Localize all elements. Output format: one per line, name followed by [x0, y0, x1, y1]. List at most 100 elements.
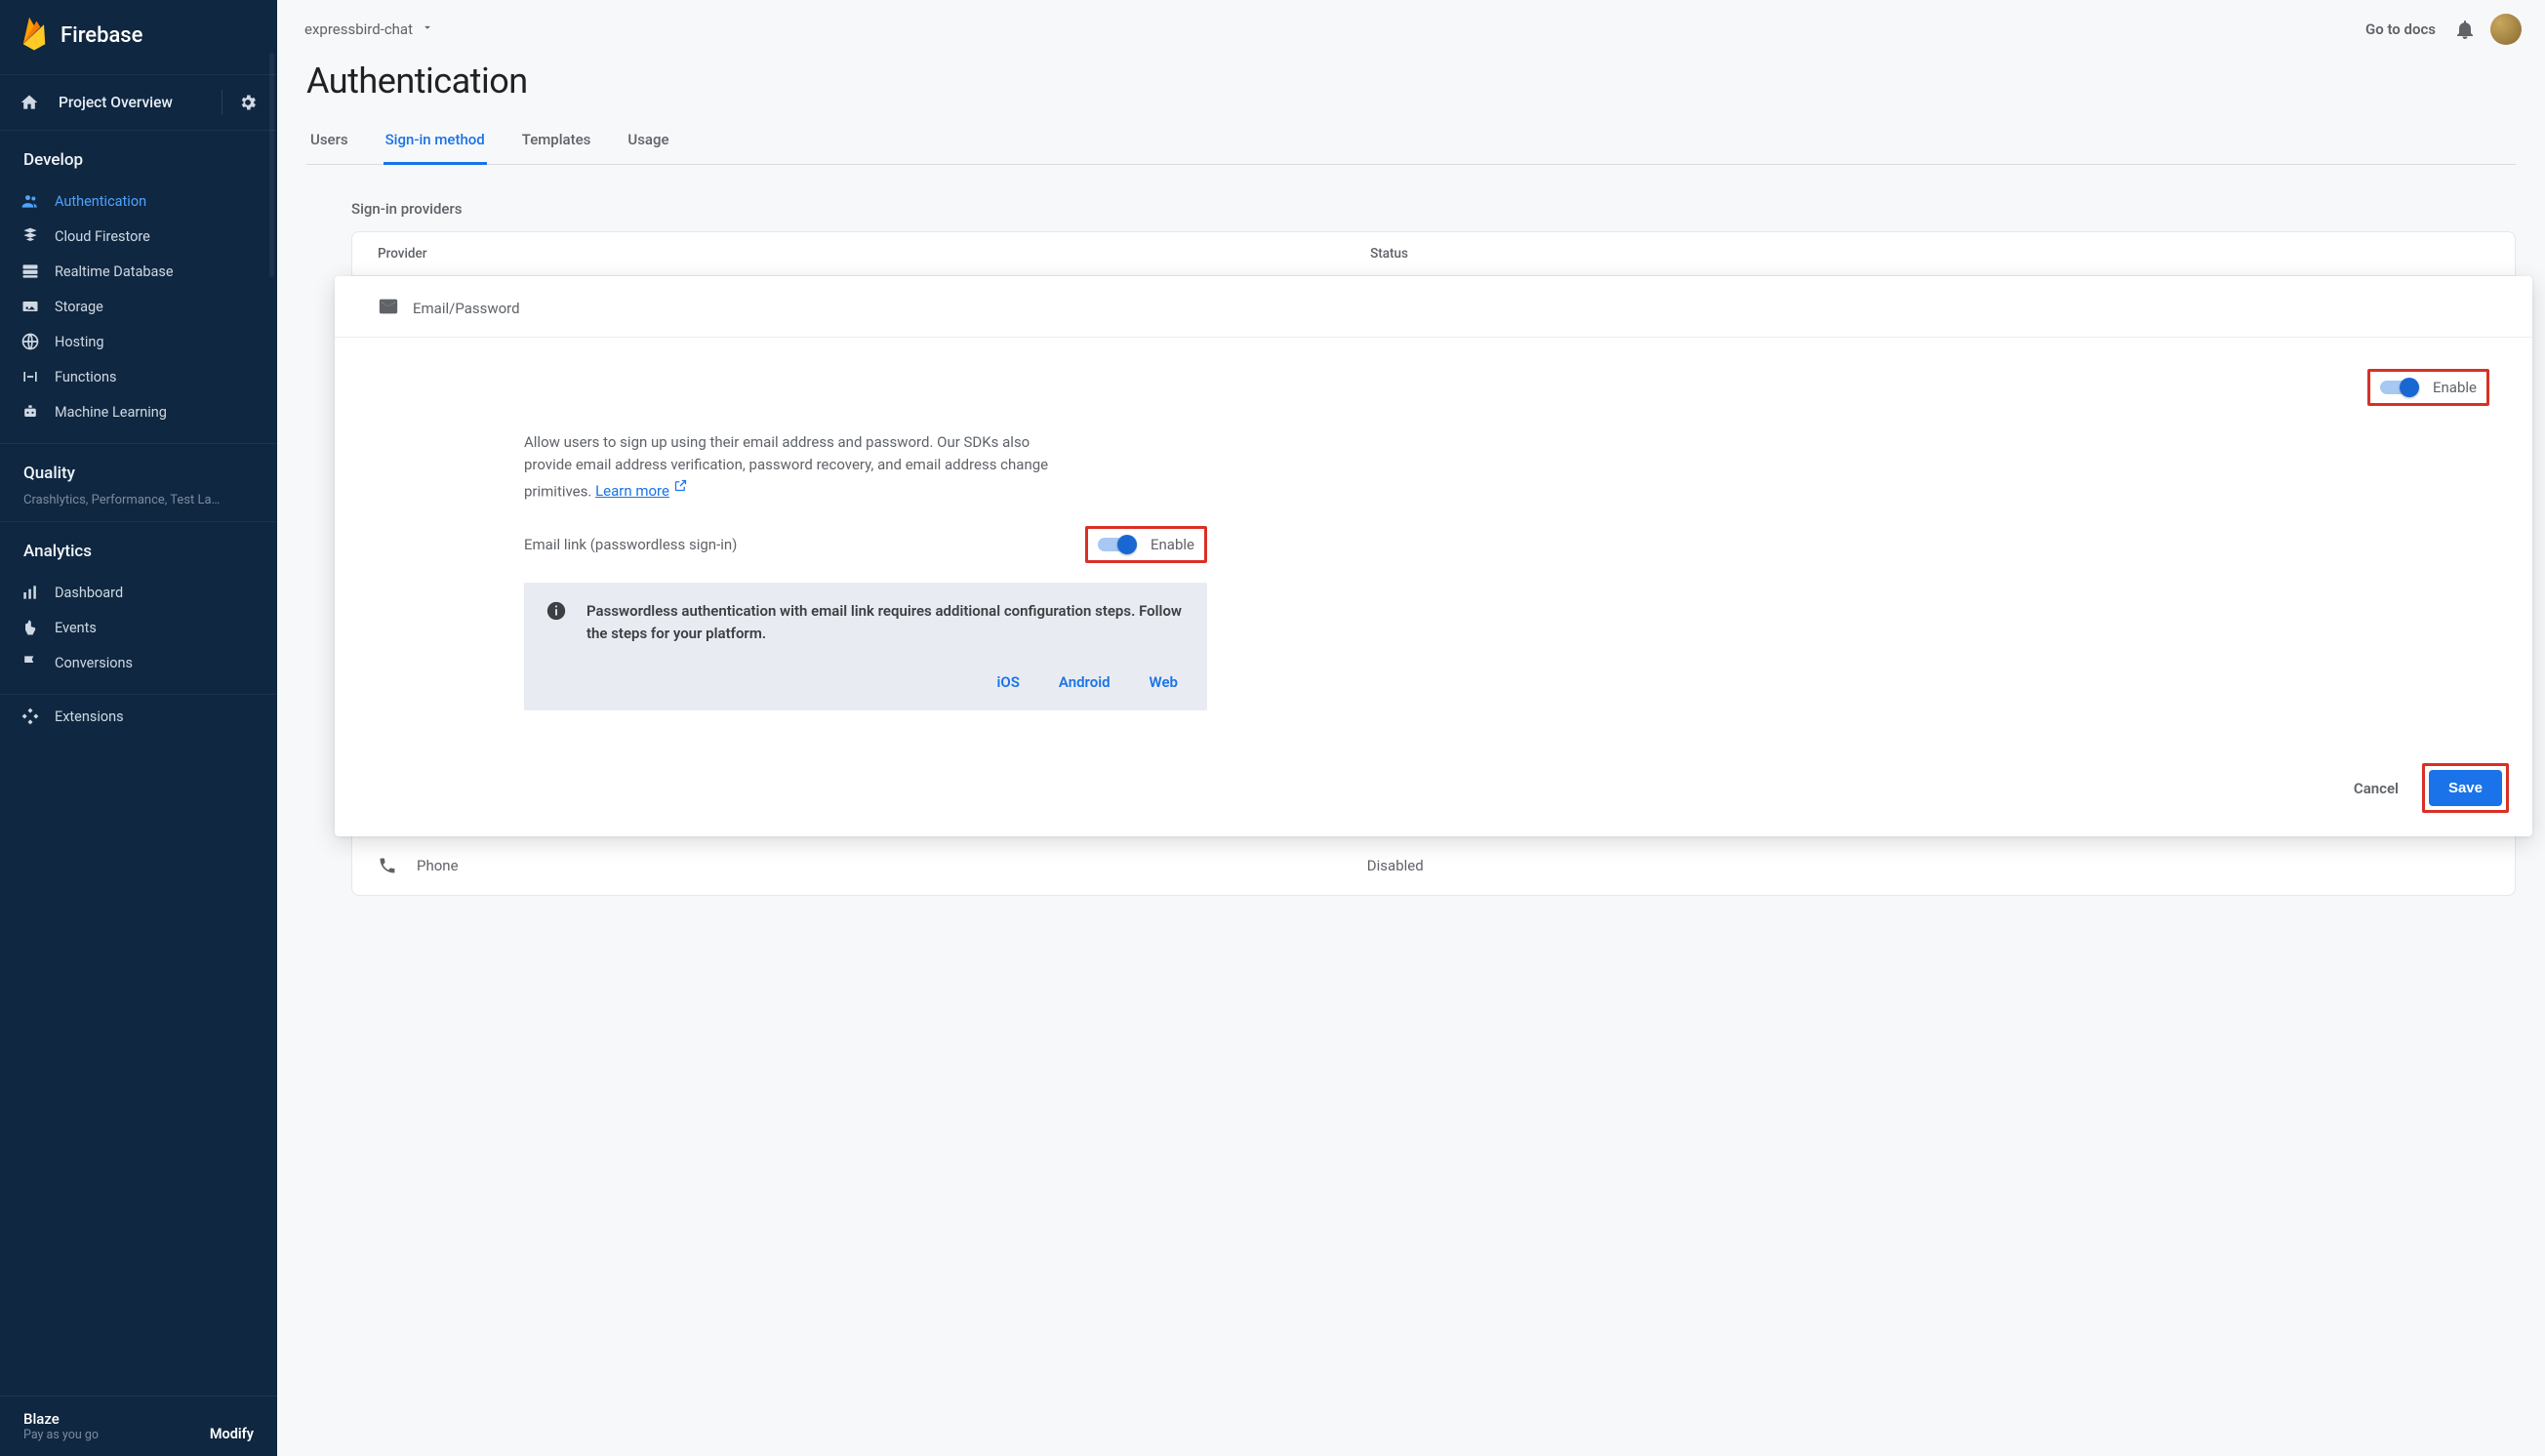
email-link-label: Email link (passwordless sign-in) [524, 536, 1085, 553]
database-icon [20, 262, 41, 281]
content: Sign-in providers Provider Status Email/… [277, 165, 2545, 935]
storage-icon [20, 297, 41, 316]
save-button[interactable]: Save [2429, 770, 2502, 806]
external-link-icon [673, 477, 688, 500]
header-status: Status [1370, 246, 2489, 262]
settings-gear-button[interactable] [230, 85, 265, 120]
highlight-save: Save [2422, 763, 2509, 813]
nav-label: Cloud Firestore [55, 228, 150, 245]
extensions-icon [20, 707, 41, 726]
touch-icon [20, 618, 41, 637]
home-icon [20, 93, 47, 112]
provider-name: Email/Password [413, 300, 520, 317]
cancel-button[interactable]: Cancel [2344, 772, 2408, 805]
plan-sub: Pay as you go [23, 1428, 99, 1442]
plan-modify-button[interactable]: Modify [210, 1426, 254, 1442]
user-avatar[interactable] [2490, 14, 2522, 45]
highlight-enable-1: Enable [2367, 369, 2489, 406]
platform-android-link[interactable]: Android [1059, 673, 1111, 691]
flag-icon [20, 653, 41, 672]
nav-realtime-database[interactable]: Realtime Database [0, 254, 277, 289]
provider-email-password-panel: Email/Password Enable All [335, 276, 2532, 836]
platform-ios-link[interactable]: iOS [996, 673, 1019, 691]
header-provider: Provider [378, 246, 1370, 262]
tab-sign-in-method[interactable]: Sign-in method [384, 119, 487, 165]
enable-email-link-toggle[interactable] [1098, 535, 1137, 554]
mail-icon [378, 296, 399, 321]
brand-name: Firebase [61, 23, 142, 48]
nav-extensions[interactable]: Extensions [0, 699, 277, 734]
page-title: Authentication [306, 61, 2516, 101]
phone-icon [378, 856, 405, 875]
sidebar: Firebase Project Overview Develop Authen… [0, 0, 277, 1456]
develop-nav: Authentication Cloud Firestore Realtime … [0, 180, 277, 443]
main-area: expressbird-chat Go to docs Authenticati… [277, 0, 2545, 1456]
tab-usage[interactable]: Usage [626, 119, 670, 165]
nav-events[interactable]: Events [0, 610, 277, 645]
email-link-row: Email link (passwordless sign-in) Enable [524, 526, 1207, 563]
provider-description: Allow users to sign up using their email… [378, 431, 1061, 503]
info-text: Passwordless authentication with email l… [586, 600, 1186, 644]
analytics-nav: Dashboard Events Conversions [0, 571, 277, 694]
section-analytics-title[interactable]: Analytics [0, 522, 277, 571]
info-icon [545, 600, 569, 626]
functions-icon [20, 367, 41, 386]
tab-templates[interactable]: Templates [520, 119, 593, 165]
section-develop-title[interactable]: Develop [0, 131, 277, 180]
project-picker[interactable]: expressbird-chat [304, 20, 434, 38]
topbar: expressbird-chat Go to docs [277, 0, 2545, 53]
robot-icon [20, 402, 41, 422]
providers-header: Provider Status [352, 232, 2515, 276]
learn-more-link[interactable]: Learn more [595, 482, 688, 500]
nav-storage[interactable]: Storage [0, 289, 277, 324]
nav-label: Realtime Database [55, 263, 174, 280]
platform-links: iOS Android Web [545, 644, 1186, 697]
project-name: expressbird-chat [304, 20, 413, 38]
firebase-logo-block[interactable]: Firebase [0, 0, 277, 74]
nav-authentication[interactable]: Authentication [0, 183, 277, 219]
section-quality-title[interactable]: Quality [0, 444, 277, 493]
nav-functions[interactable]: Functions [0, 359, 277, 394]
nav-cloud-firestore[interactable]: Cloud Firestore [0, 219, 277, 254]
provider-phone-row[interactable]: Phone Disabled [352, 836, 2515, 895]
enable-label-2: Enable [1151, 536, 1194, 553]
nav-label: Storage [55, 299, 103, 315]
project-overview-row[interactable]: Project Overview [0, 75, 277, 131]
tabs: Users Sign-in method Templates Usage [306, 119, 2516, 165]
project-overview-label: Project Overview [59, 94, 214, 111]
notifications-bell-icon[interactable] [2453, 18, 2477, 41]
nav-label: Conversions [55, 655, 133, 671]
info-box: Passwordless authentication with email l… [524, 583, 1207, 710]
highlight-enable-2: Enable [1085, 526, 1207, 563]
nav-hosting[interactable]: Hosting [0, 324, 277, 359]
page-header: Authentication Users Sign-in method Temp… [277, 53, 2545, 165]
nav-label: Events [55, 620, 97, 636]
chevron-down-icon [421, 20, 434, 38]
enable-email-password-toggle[interactable] [2380, 378, 2419, 397]
bar-chart-icon [20, 583, 41, 602]
plan-name: Blaze [23, 1410, 99, 1428]
provider-name: Phone [417, 857, 1367, 874]
nav-label: Authentication [55, 193, 146, 210]
people-icon [20, 191, 41, 211]
nav-label: Extensions [55, 708, 124, 725]
platform-web-link[interactable]: Web [1150, 673, 1178, 691]
nav-label: Hosting [55, 334, 104, 350]
go-to-docs-link[interactable]: Go to docs [2365, 20, 2436, 38]
sidebar-footer: Blaze Pay as you go Modify [0, 1395, 277, 1456]
expanded-head[interactable]: Email/Password [335, 276, 2532, 338]
nav-machine-learning[interactable]: Machine Learning [0, 394, 277, 429]
providers-card: Provider Status Email/Password [351, 231, 2516, 896]
nav-label: Functions [55, 369, 116, 385]
globe-icon [20, 332, 41, 351]
nav-label: Dashboard [55, 585, 123, 601]
nav-conversions[interactable]: Conversions [0, 645, 277, 680]
enable-email-password-row: Enable [378, 369, 2489, 406]
firestore-icon [20, 226, 41, 246]
firebase-flame-icon [20, 14, 49, 57]
enable-label-1: Enable [2433, 379, 2477, 396]
nav-dashboard[interactable]: Dashboard [0, 575, 277, 610]
provider-status: Disabled [1367, 857, 1424, 874]
section-quality-sub: Crashlytics, Performance, Test La… [0, 493, 277, 521]
tab-users[interactable]: Users [308, 119, 350, 165]
